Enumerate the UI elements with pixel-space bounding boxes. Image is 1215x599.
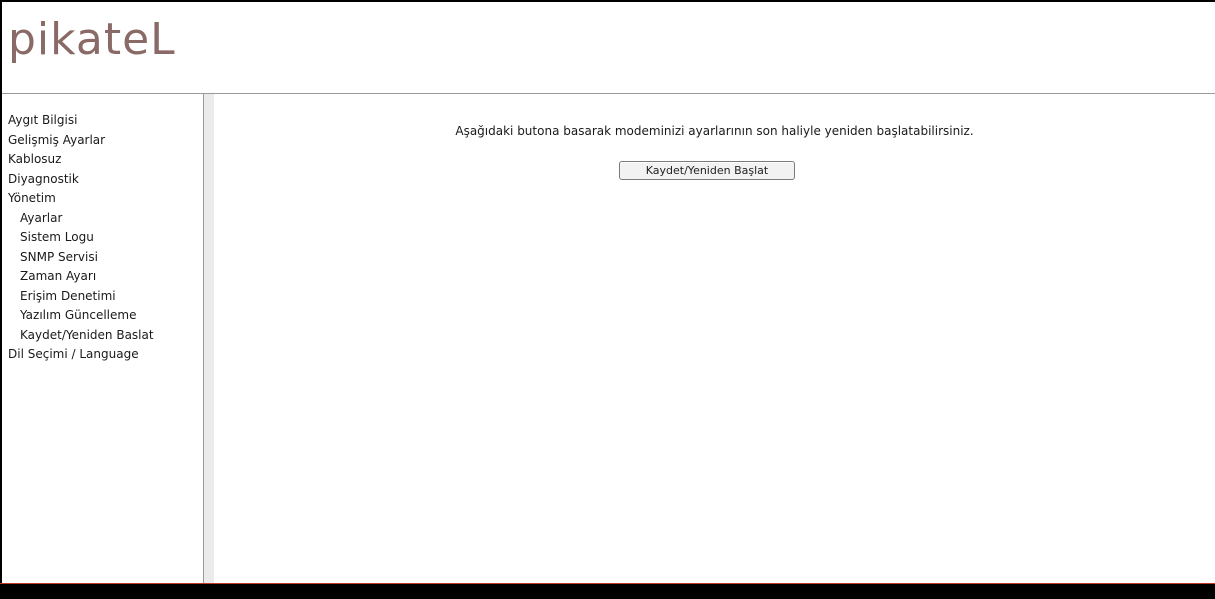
main-content: Aşağıdaki butona basarak modeminizi ayar… — [214, 94, 1215, 583]
pikatel-logo: pikateL — [8, 14, 176, 65]
sidebar: Aygıt Bilgisi Gelişmiş Ayarlar Kablosuz … — [2, 94, 203, 583]
sidebar-item-kaydet-yeniden-baslat[interactable]: Kaydet/Yeniden Baslat — [8, 326, 154, 346]
sidebar-item-aygit-bilgisi[interactable]: Aygıt Bilgisi — [8, 111, 154, 131]
sidebar-item-gelismis-ayarlar[interactable]: Gelişmiş Ayarlar — [8, 131, 154, 151]
sidebar-shade — [204, 94, 214, 583]
sidebar-item-ayarlar[interactable]: Ayarlar — [8, 209, 154, 229]
sidebar-item-zaman-ayari[interactable]: Zaman Ayarı — [8, 267, 154, 287]
reboot-message: Aşağıdaki butona basarak modeminizi ayar… — [455, 124, 974, 138]
save-reboot-button[interactable]: Kaydet/Yeniden Başlat — [619, 161, 795, 180]
sidebar-item-yazilim-guncelleme[interactable]: Yazılım Güncelleme — [8, 306, 154, 326]
footer-bar — [0, 583, 1215, 599]
sidebar-item-diyagnostik[interactable]: Diyagnostik — [8, 170, 154, 190]
sidebar-item-kablosuz[interactable]: Kablosuz — [8, 150, 154, 170]
sidebar-item-snmp-servisi[interactable]: SNMP Servisi — [8, 248, 154, 268]
sidebar-item-erisim-denetimi[interactable]: Erişim Denetimi — [8, 287, 154, 307]
header: pikateL — [2, 2, 1215, 94]
sidebar-item-yonetim[interactable]: Yönetim — [8, 189, 154, 209]
sidebar-item-dil-secimi[interactable]: Dil Seçimi / Language — [8, 345, 154, 365]
sidebar-item-sistem-logu[interactable]: Sistem Logu — [8, 228, 154, 248]
sidebar-menu: Aygıt Bilgisi Gelişmiş Ayarlar Kablosuz … — [8, 111, 154, 365]
